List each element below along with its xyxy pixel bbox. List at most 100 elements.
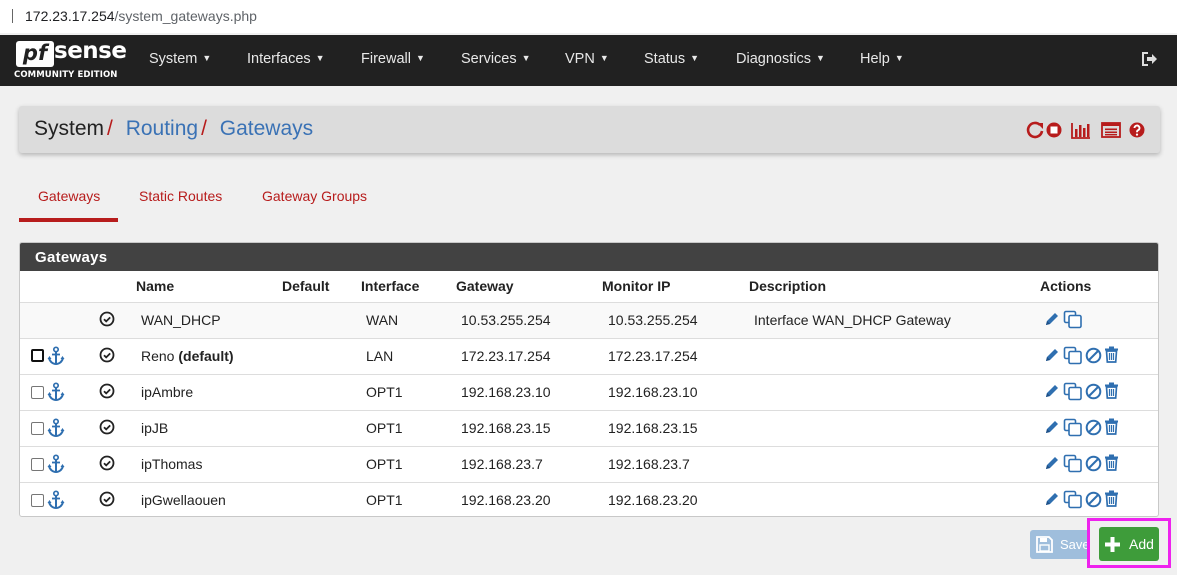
panel-title: Gateways [35, 249, 108, 266]
disable-icon[interactable] [1085, 347, 1102, 364]
breadcrumb-routing[interactable]: Routing [126, 117, 198, 140]
plus-icon [1105, 537, 1120, 552]
edit-pencil-icon[interactable] [1044, 419, 1060, 435]
table-row: Reno (default) LAN 172.23.17.254 172.23.… [20, 339, 1158, 375]
column-header-description: Description [749, 278, 827, 294]
delete-trash-icon[interactable] [1104, 418, 1119, 435]
anchor-icon[interactable] [47, 454, 65, 474]
edit-pencil-icon[interactable] [1044, 383, 1060, 399]
status-online-icon [99, 455, 115, 471]
copy-icon[interactable] [1063, 382, 1083, 401]
log-icon[interactable] [1101, 120, 1121, 140]
gateway-name: ipGwellaouen [141, 492, 226, 508]
delete-trash-icon[interactable] [1104, 382, 1119, 399]
nav-diagnostics[interactable]: Diagnostics ▼ [736, 51, 825, 67]
gateway-name-text: ipJB [141, 420, 169, 436]
table-row: ipGwellaouen OPT1 192.168.23.20 192.168.… [20, 483, 1158, 516]
nav-label: Help [860, 51, 890, 67]
row-select-checkbox[interactable] [31, 349, 44, 362]
nav-interfaces[interactable]: Interfaces ▼ [247, 51, 325, 67]
tab-gateway-groups[interactable]: Gateway Groups [262, 188, 367, 204]
tab-static-routes[interactable]: Static Routes [139, 188, 222, 204]
column-header-interface: Interface [361, 278, 420, 294]
gateway-interface: LAN [366, 348, 394, 364]
anchor-icon[interactable] [47, 382, 65, 402]
copy-icon[interactable] [1063, 418, 1083, 437]
nav-status[interactable]: Status ▼ [644, 51, 699, 67]
chart-icon[interactable] [1071, 120, 1091, 140]
tab-gateways[interactable]: Gateways [38, 188, 100, 204]
delete-trash-icon[interactable] [1104, 454, 1119, 471]
add-button[interactable]: Add [1099, 527, 1159, 561]
nav-label: Status [644, 51, 686, 67]
gateway-monitor-ip: 172.23.17.254 [608, 348, 698, 364]
copy-icon[interactable] [1063, 310, 1083, 329]
caret-down-icon: ▼ [521, 53, 531, 63]
disable-icon[interactable] [1085, 491, 1102, 508]
logo-sense: sense [54, 38, 127, 64]
row-select-checkbox[interactable] [31, 386, 44, 399]
nav-help[interactable]: Help ▼ [860, 51, 904, 67]
delete-trash-icon[interactable] [1104, 490, 1119, 507]
caret-down-icon: ▼ [315, 53, 325, 63]
table-row: ipAmbre OPT1 192.168.23.10 192.168.23.10 [20, 375, 1158, 411]
gateway-interface: OPT1 [366, 420, 403, 436]
save-button-label: Save [1060, 537, 1090, 552]
url-text: 172.23.17.254/system_gateways.php [25, 8, 257, 24]
stop-icon[interactable] [1045, 120, 1063, 140]
disable-icon[interactable] [1085, 383, 1102, 400]
edit-pencil-icon[interactable] [1044, 455, 1060, 471]
gateway-name: WAN_DHCP [141, 312, 221, 328]
edit-pencil-icon[interactable] [1044, 311, 1060, 327]
anchor-icon[interactable] [47, 346, 65, 366]
copy-icon[interactable] [1063, 346, 1083, 365]
nav-system[interactable]: System ▼ [149, 51, 211, 67]
breadcrumb-system: System [34, 117, 105, 140]
logo-pf: pf [16, 41, 54, 67]
breadcrumb-gateways[interactable]: Gateways [220, 117, 313, 140]
nav-services[interactable]: Services ▼ [461, 51, 531, 67]
edit-pencil-icon[interactable] [1044, 491, 1060, 507]
anchor-icon[interactable] [47, 418, 65, 438]
nav-label: Diagnostics [736, 51, 811, 67]
nav-label: Interfaces [247, 51, 311, 67]
copy-icon[interactable] [1063, 490, 1083, 509]
gateway-interface: WAN [366, 312, 399, 328]
gateway-name: ipAmbre [141, 384, 193, 400]
help-icon[interactable] [1128, 120, 1146, 140]
copy-icon[interactable] [1063, 454, 1083, 473]
floppy-disk-icon [1036, 536, 1053, 553]
edit-pencil-icon[interactable] [1044, 347, 1060, 363]
browser-address-bar[interactable]: 172.23.17.254/system_gateways.php [0, 0, 1177, 33]
nav-label: Services [461, 51, 517, 67]
delete-trash-icon[interactable] [1104, 346, 1119, 363]
gateway-name: ipThomas [141, 456, 202, 472]
status-online-icon [99, 347, 115, 363]
disable-icon[interactable] [1085, 455, 1102, 472]
nav-label: Firewall [361, 51, 411, 67]
reload-icon[interactable] [1026, 120, 1046, 140]
logo-edition: COMMUNITY EDITION [14, 70, 118, 80]
column-header-default: Default [282, 278, 330, 294]
pfsense-logo[interactable]: pf sense COMMUNITY EDITION [14, 38, 127, 81]
nav-label: VPN [565, 51, 595, 67]
url-path: /system_gateways.php [114, 8, 257, 24]
row-select-checkbox[interactable] [31, 494, 44, 507]
breadcrumb: System / Routing / Gateways [34, 117, 313, 141]
gateway-address: 192.168.23.7 [461, 456, 543, 472]
row-select-checkbox[interactable] [31, 422, 44, 435]
shortcut-icons [1026, 120, 1146, 140]
gateway-address: 10.53.255.254 [461, 312, 551, 328]
gateway-description: Interface WAN_DHCP Gateway [754, 312, 951, 328]
gateway-interface: OPT1 [366, 384, 403, 400]
anchor-icon[interactable] [47, 490, 65, 510]
nav-firewall[interactable]: Firewall ▼ [361, 51, 425, 67]
save-button[interactable]: Save [1030, 530, 1090, 559]
gateway-address: 192.168.23.20 [461, 492, 551, 508]
row-select-checkbox[interactable] [31, 458, 44, 471]
nav-vpn[interactable]: VPN ▼ [565, 51, 609, 67]
gateway-name-text: ipAmbre [141, 384, 194, 400]
logout-icon[interactable] [1140, 51, 1158, 67]
disable-icon[interactable] [1085, 419, 1102, 436]
breadcrumb-separator: / [107, 117, 113, 140]
